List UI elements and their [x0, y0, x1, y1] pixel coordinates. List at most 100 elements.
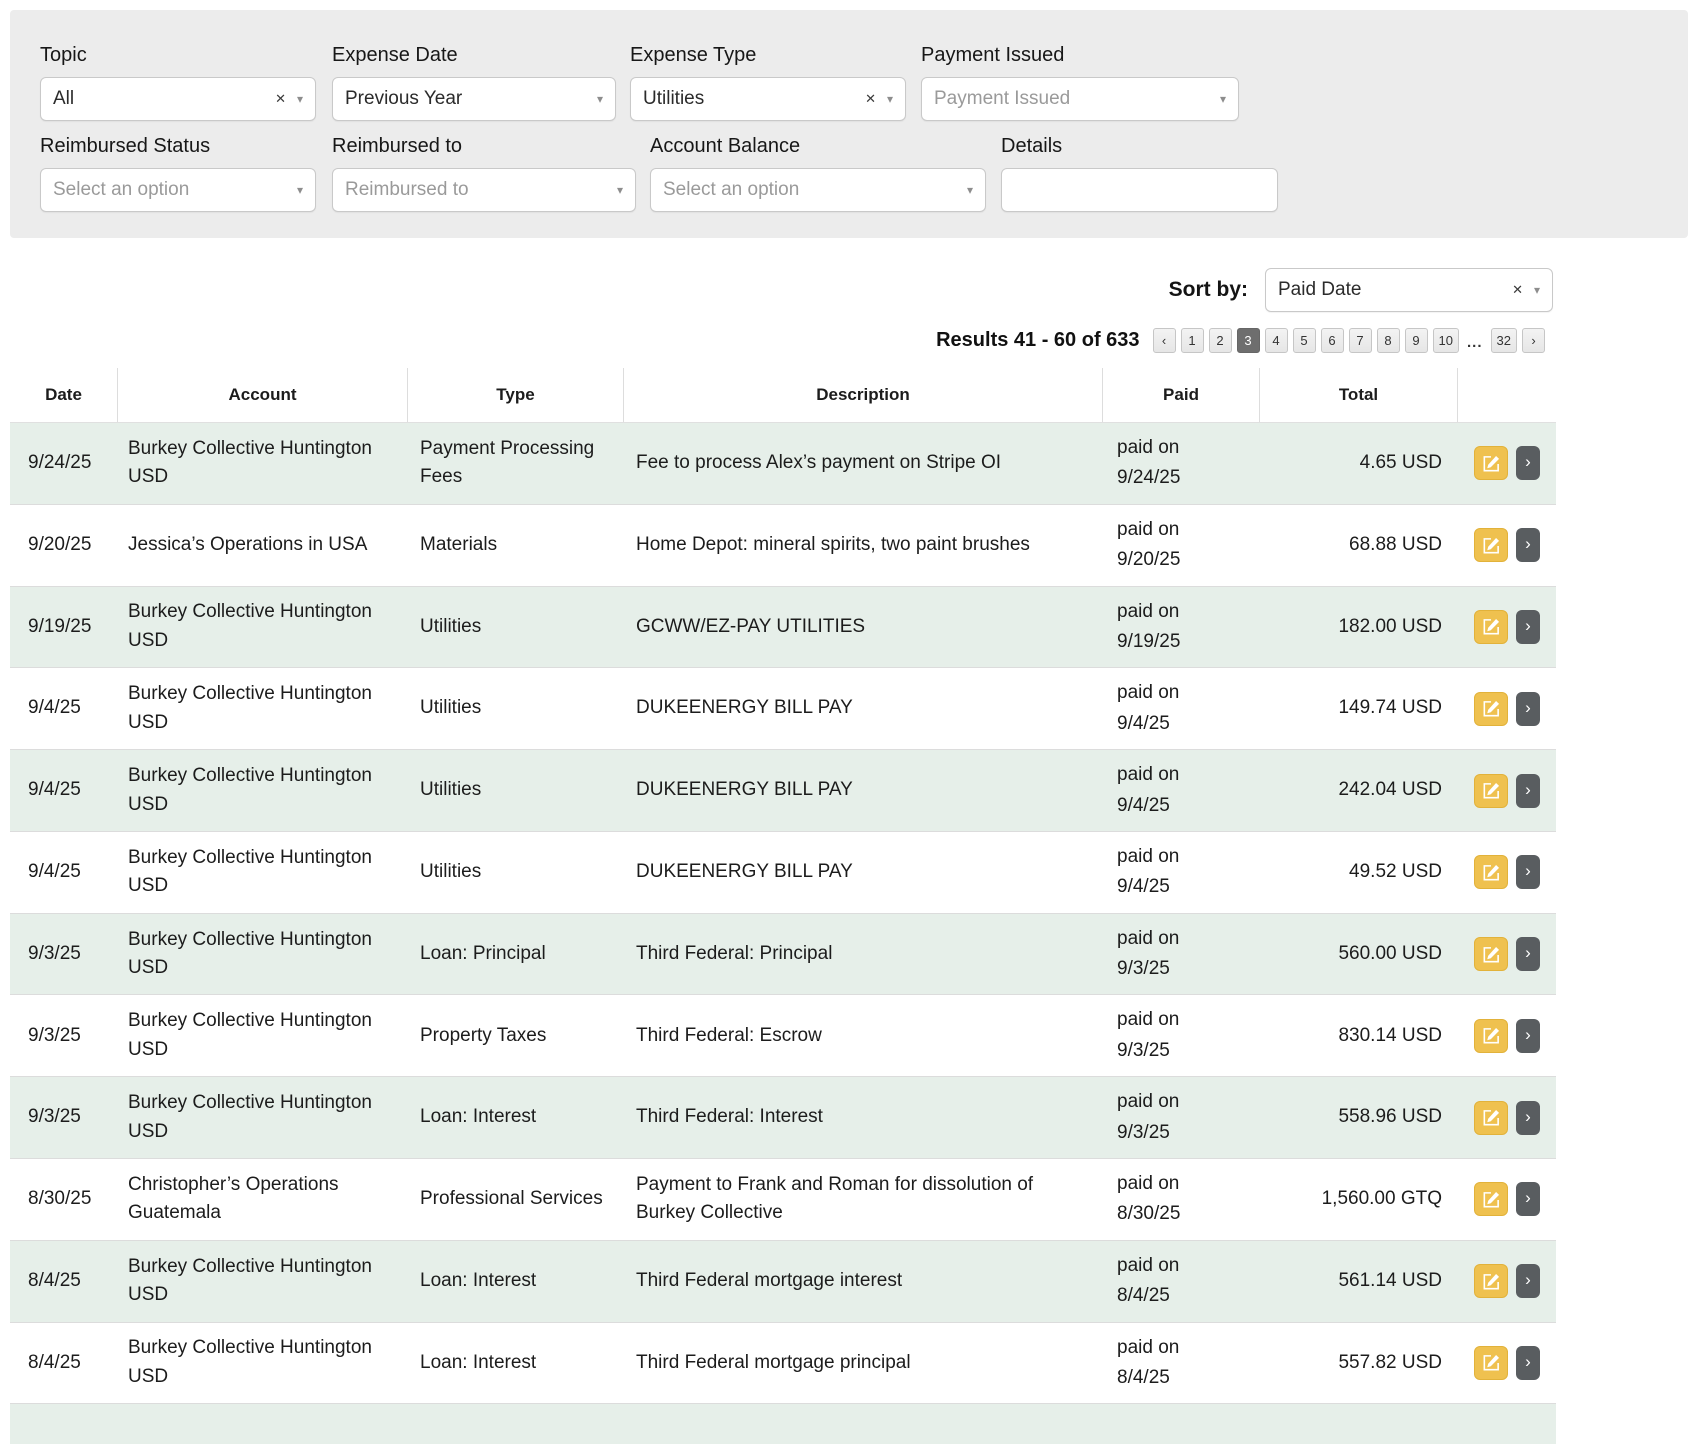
open-row-button[interactable]: ›: [1516, 1019, 1540, 1053]
page-next-button[interactable]: ›: [1522, 328, 1545, 353]
table-row: 8/4/25 Burkey Collective Huntington USD …: [10, 1240, 1556, 1322]
page-button-1[interactable]: 1: [1181, 328, 1204, 353]
open-row-button[interactable]: ›: [1516, 610, 1540, 644]
chevron-right-icon: ›: [1525, 1352, 1531, 1372]
clear-icon[interactable]: ✕: [1512, 282, 1523, 298]
pencil-square-icon: [1483, 700, 1500, 717]
filter-select-reimbursed-status[interactable]: Select an option ▾: [40, 168, 316, 212]
page-button-32[interactable]: 32: [1491, 328, 1517, 353]
chevron-down-icon: ▾: [297, 183, 303, 197]
edit-button[interactable]: [1474, 446, 1508, 480]
paid-date: 8/4/25: [1117, 1363, 1246, 1393]
sort-icons: ✕ ▾: [1512, 282, 1540, 298]
chevron-right-icon: ›: [1525, 698, 1531, 718]
cell-account: Burkey Collective Huntington USD: [118, 997, 408, 1074]
chevron-right-icon: ›: [1525, 1188, 1531, 1208]
open-row-button[interactable]: ›: [1516, 855, 1540, 889]
page-button-10[interactable]: 10: [1433, 328, 1459, 353]
edit-button[interactable]: [1474, 1182, 1508, 1216]
page-button-4[interactable]: 4: [1265, 328, 1288, 353]
details-input[interactable]: [1001, 168, 1278, 212]
filter-group-expense-type: Expense Type Utilities ✕ ▾: [630, 44, 906, 121]
edit-button[interactable]: [1474, 1264, 1508, 1298]
edit-button[interactable]: [1474, 610, 1508, 644]
paid-date: 9/20/25: [1117, 545, 1246, 575]
filter-select-payment-issued[interactable]: Payment Issued ▾: [921, 77, 1239, 121]
open-row-button[interactable]: ›: [1516, 774, 1540, 808]
cell-date: 9/4/25: [10, 684, 118, 733]
cell-description: Payment to Frank and Roman for dissoluti…: [624, 1161, 1103, 1238]
page-button-8[interactable]: 8: [1377, 328, 1400, 353]
open-row-button[interactable]: ›: [1516, 528, 1540, 562]
cell-total: 557.82 USD: [1260, 1339, 1458, 1388]
page-button-9[interactable]: 9: [1405, 328, 1428, 353]
page-button-6[interactable]: 6: [1321, 328, 1344, 353]
results-row: Results 41 - 60 of 633 ‹12345678910...32…: [936, 328, 1545, 353]
open-row-button[interactable]: ›: [1516, 446, 1540, 480]
filter-select-expense-date[interactable]: Previous Year ▾: [332, 77, 616, 121]
open-row-button[interactable]: ›: [1516, 937, 1540, 971]
page-button-7[interactable]: 7: [1349, 328, 1372, 353]
edit-button[interactable]: [1474, 1019, 1508, 1053]
cell-total: 561.14 USD: [1260, 1257, 1458, 1306]
open-row-button[interactable]: ›: [1516, 1182, 1540, 1216]
clear-icon[interactable]: ✕: [865, 91, 876, 107]
cell-paid: paid on 9/20/25: [1103, 505, 1260, 586]
cell-account: Burkey Collective Huntington USD: [118, 916, 408, 993]
open-row-button[interactable]: ›: [1516, 692, 1540, 726]
filter-icons: ▾: [297, 183, 303, 197]
filter-value: Select an option: [663, 179, 799, 201]
chevron-down-icon: ▾: [887, 92, 893, 106]
cell-total: 4.65 USD: [1260, 439, 1458, 488]
cell-date: 8/30/25: [10, 1175, 118, 1224]
cell-description: Third Federal: Interest: [624, 1093, 1103, 1142]
filter-icons: ✕ ▾: [275, 91, 303, 107]
table-row: 9/4/25 Burkey Collective Huntington USD …: [10, 667, 1556, 749]
clear-icon[interactable]: ✕: [275, 91, 286, 107]
paid-date: 9/4/25: [1117, 709, 1246, 739]
filter-select-topic[interactable]: All ✕ ▾: [40, 77, 316, 121]
cell-description: Home Depot: mineral spirits, two paint b…: [624, 521, 1103, 570]
paid-date: 9/4/25: [1117, 791, 1246, 821]
cell-description: Third Federal: Escrow: [624, 1012, 1103, 1061]
cell-paid: paid on 8/4/25: [1103, 1323, 1260, 1404]
edit-button[interactable]: [1474, 774, 1508, 808]
pencil-square-icon: [1483, 1273, 1500, 1290]
cell-account: Burkey Collective Huntington USD: [118, 1079, 408, 1156]
cell-paid: paid on 9/4/25: [1103, 750, 1260, 831]
open-row-button[interactable]: ›: [1516, 1346, 1540, 1380]
page-button-2[interactable]: 2: [1209, 328, 1232, 353]
edit-button[interactable]: [1474, 528, 1508, 562]
edit-button[interactable]: [1474, 1101, 1508, 1135]
paid-prefix: paid on: [1117, 1005, 1246, 1035]
open-row-button[interactable]: ›: [1516, 1264, 1540, 1298]
edit-button[interactable]: [1474, 692, 1508, 726]
cell-account: Burkey Collective Huntington USD: [118, 1243, 408, 1320]
paid-date: 9/19/25: [1117, 627, 1246, 657]
cell-type: Professional Services: [408, 1175, 624, 1224]
edit-button[interactable]: [1474, 855, 1508, 889]
table-row: 9/19/25 Burkey Collective Huntington USD…: [10, 586, 1556, 668]
cell-paid: paid on 9/3/25: [1103, 1077, 1260, 1158]
cell-date: 9/3/25: [10, 1012, 118, 1061]
filter-select-expense-type[interactable]: Utilities ✕ ▾: [630, 77, 906, 121]
cell-date: 9/24/25: [10, 439, 118, 488]
paid-prefix: paid on: [1117, 597, 1246, 627]
edit-button[interactable]: [1474, 1346, 1508, 1380]
filter-select-account-balance[interactable]: Select an option ▾: [650, 168, 986, 212]
filter-select-reimbursed-to[interactable]: Reimbursed to ▾: [332, 168, 636, 212]
open-row-button[interactable]: ›: [1516, 1101, 1540, 1135]
chevron-right-icon: ›: [1525, 1107, 1531, 1127]
pencil-square-icon: [1483, 946, 1500, 963]
chevron-right-icon: ›: [1525, 1270, 1531, 1290]
paid-prefix: paid on: [1117, 1251, 1246, 1281]
page-prev-button[interactable]: ‹: [1153, 328, 1176, 353]
cell-type: Utilities: [408, 848, 624, 897]
pencil-square-icon: [1483, 1027, 1500, 1044]
pencil-square-icon: [1483, 1109, 1500, 1126]
page-button-3[interactable]: 3: [1237, 328, 1260, 353]
sort-select[interactable]: Paid Date ✕ ▾: [1265, 268, 1553, 312]
paid-date: 9/3/25: [1117, 1118, 1246, 1148]
page-button-5[interactable]: 5: [1293, 328, 1316, 353]
edit-button[interactable]: [1474, 937, 1508, 971]
